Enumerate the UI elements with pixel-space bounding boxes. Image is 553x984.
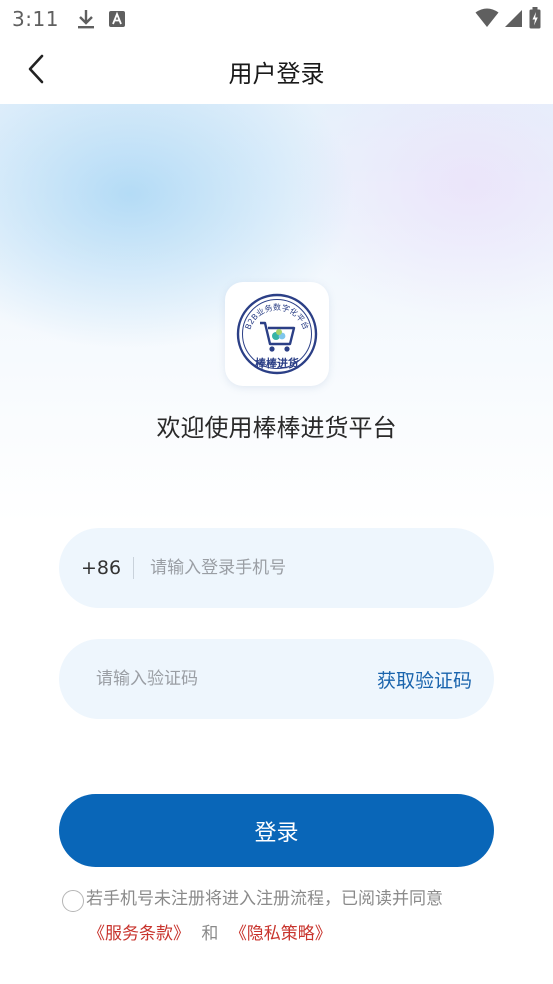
logo-emblem: B2B业务数字化平台 棒棒进货 [236,293,318,375]
get-code-button[interactable]: 获取验证码 [377,666,472,693]
country-code[interactable]: +86 [81,557,121,579]
agreement-text: 若手机号未注册将进入注册流程，已阅读并同意 [86,889,443,909]
back-button[interactable] [16,51,56,91]
signal-icon [505,8,523,33]
page-title: 用户登录 [228,59,325,88]
status-time: 3:11 [12,7,59,31]
logo-brand-text: 棒棒进货 [255,356,299,370]
login-button[interactable]: 登录 [59,794,494,867]
status-right-icons [475,7,541,34]
agreement-joiner: 和 [201,924,219,944]
agreement-links: 《服务条款》 和 《隐私策略》 [88,916,332,952]
login-screen: 3:11 用户登录 B2B业务数字化平台 棒棒进货 欢迎使用棒棒进货平台 +86… [0,0,553,984]
field-divider [133,557,135,579]
status-bar: 3:11 [0,0,553,38]
app-header: 用户登录 [0,38,553,104]
verification-code-input[interactable] [96,659,377,699]
download-icon [77,9,95,29]
agree-checkbox[interactable] [62,890,84,912]
welcome-message: 欢迎使用棒棒进货平台 [156,414,397,442]
terms-link[interactable]: 《服务条款》 [88,924,190,944]
privacy-link[interactable]: 《隐私策略》 [230,924,332,944]
battery-charging-icon [529,7,541,34]
text-a-icon [108,11,125,27]
verification-code-field: 获取验证码 [59,639,494,719]
wifi-icon [475,8,499,33]
phone-field: +86 [59,528,494,608]
phone-input[interactable] [150,548,494,588]
app-logo: B2B业务数字化平台 棒棒进货 [225,282,329,386]
chevron-left-icon [27,54,45,88]
